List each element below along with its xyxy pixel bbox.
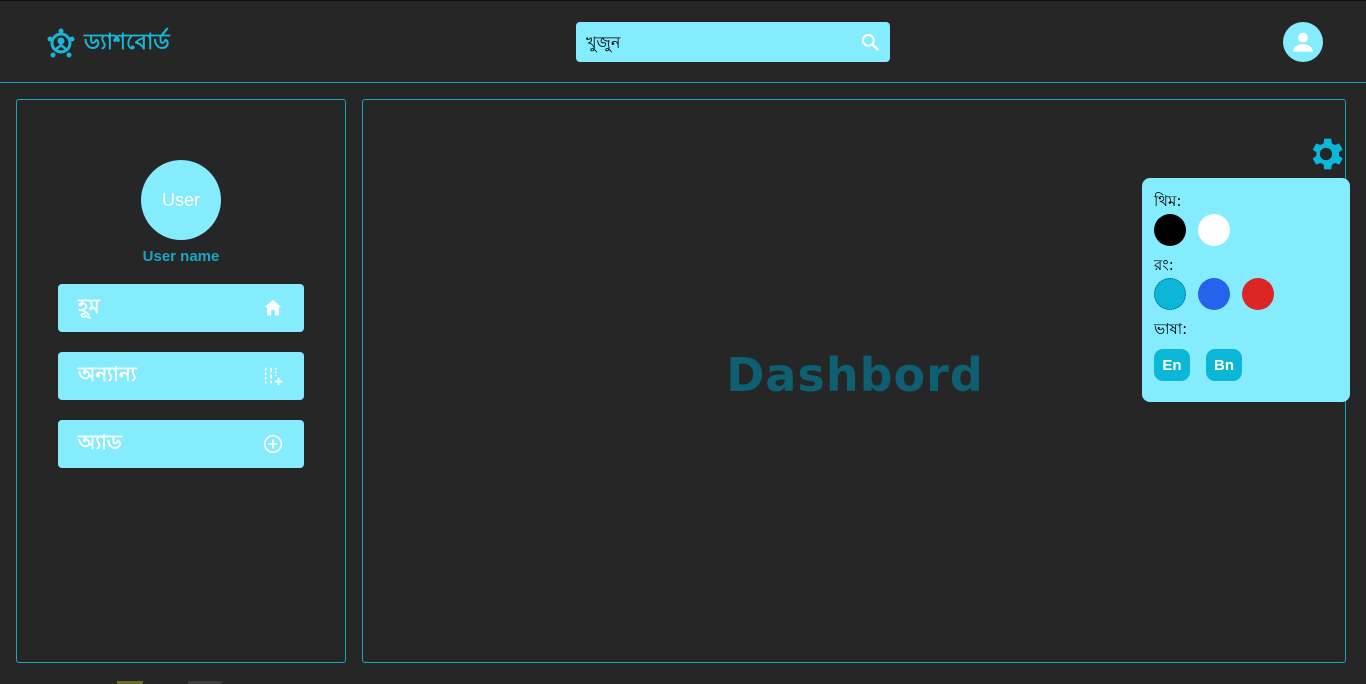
brand[interactable]: ড্যাশবোর্ড [46, 25, 170, 62]
theme-swatch-dark[interactable] [1154, 214, 1186, 246]
sidebar-item-label: অন্যান্য [78, 361, 137, 386]
settings-gear-icon[interactable] [1305, 133, 1347, 175]
sidebar-item-add[interactable]: অ্যাড [58, 420, 304, 468]
add-circle-icon [263, 434, 283, 454]
user-avatar[interactable]: User [141, 160, 221, 240]
user-avatar-text: User [161, 189, 200, 210]
dashboard-logo-icon [47, 28, 75, 57]
color-label: রং: [1154, 256, 1174, 274]
home-icon [264, 299, 282, 316]
search-icon[interactable] [850, 22, 890, 62]
brand-title: ড্যাশবোর্ড [84, 30, 170, 55]
sidebar: User User name হূম অন্যান্য অ্যাড [16, 99, 346, 663]
sidebar-item-label: অ্যাড [78, 429, 122, 454]
account-avatar-button[interactable] [1283, 22, 1323, 62]
search-box [576, 22, 890, 62]
search-input[interactable] [576, 22, 850, 62]
sidebar-item-label: হূম [78, 293, 100, 318]
person-icon [1293, 32, 1313, 52]
tune-add-icon [264, 367, 283, 386]
color-swatch-cyan[interactable] [1154, 278, 1186, 310]
user-name: User name [142, 248, 220, 265]
language-en-button[interactable]: En [1154, 349, 1190, 381]
theme-swatch-light[interactable] [1198, 214, 1230, 246]
top-header: ড্যাশবোর্ড [0, 1, 1366, 83]
color-swatch-blue[interactable] [1198, 278, 1230, 310]
sidebar-item-others[interactable]: অন্যান্য [58, 352, 304, 400]
language-label: ভাষা: [1154, 320, 1188, 338]
settings-panel: থিম: রং: ভাষা: En Bn [1142, 178, 1350, 402]
sidebar-item-home[interactable]: হূম [58, 284, 304, 332]
language-bn-button[interactable]: Bn [1206, 349, 1242, 381]
color-swatch-red[interactable] [1242, 278, 1274, 310]
theme-label: থিম: [1154, 192, 1182, 210]
